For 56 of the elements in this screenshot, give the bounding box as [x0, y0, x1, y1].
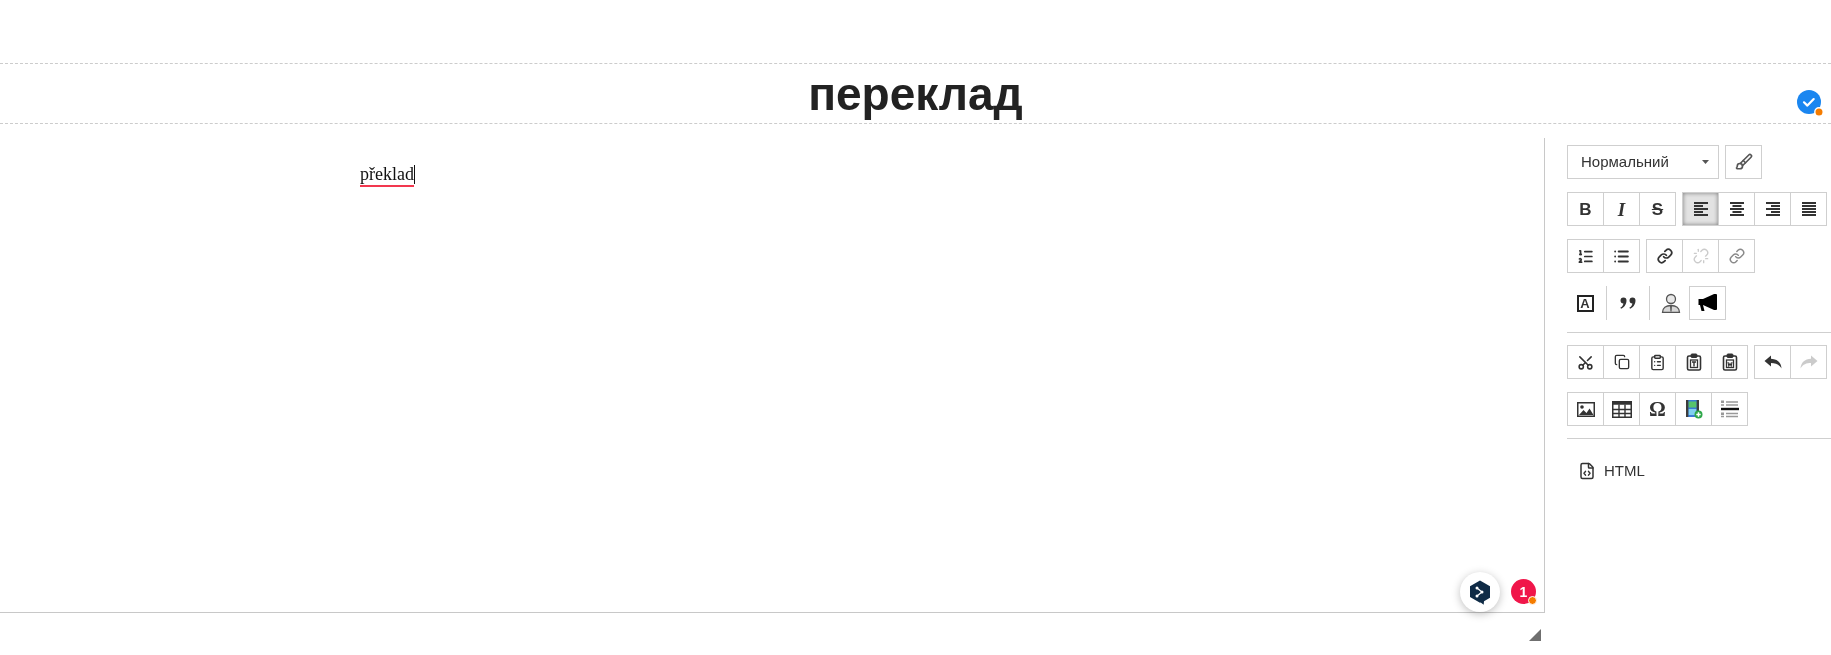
scissors-icon: [1577, 353, 1594, 371]
page-break-icon: [1719, 400, 1740, 418]
bold-button[interactable]: B: [1567, 192, 1604, 226]
resize-grip-icon[interactable]: [1529, 629, 1541, 641]
link-icon: [1728, 248, 1745, 264]
undo-button[interactable]: [1754, 345, 1791, 379]
broken-link-icon: [1692, 248, 1709, 264]
image-icon: [1576, 401, 1595, 417]
caret-icon: [1702, 160, 1709, 164]
paste-text-button[interactable]: [1675, 345, 1712, 379]
video-button[interactable]: [1675, 392, 1712, 426]
align-justify-button[interactable]: [1790, 192, 1827, 226]
check-badge-icon[interactable]: [1797, 90, 1824, 117]
table-button[interactable]: [1603, 392, 1640, 426]
paste-word-button[interactable]: [1711, 345, 1748, 379]
notification-badge[interactable]: 1: [1511, 579, 1536, 604]
align-center-icon: [1728, 202, 1745, 216]
align-center-button[interactable]: [1718, 192, 1755, 226]
image-button[interactable]: [1567, 392, 1604, 426]
brush-icon: [1734, 153, 1753, 171]
undo-arrow-icon: [1763, 355, 1782, 369]
clipboard-text-icon: [1685, 353, 1702, 371]
align-right-icon: [1764, 202, 1781, 216]
align-right-button[interactable]: [1754, 192, 1791, 226]
copy-icon: [1613, 354, 1630, 370]
clipboard-document-icon: [1721, 353, 1738, 371]
text-cursor: [414, 165, 415, 184]
strikethrough-button[interactable]: S: [1639, 192, 1676, 226]
paint-format-button[interactable]: [1725, 145, 1762, 179]
clipboard-icon: [1649, 353, 1666, 371]
numbered-list-icon: [1577, 247, 1594, 265]
align-justify-icon: [1800, 202, 1817, 216]
assistant-button[interactable]: [1460, 572, 1500, 612]
cut-button[interactable]: [1567, 345, 1604, 379]
link-button[interactable]: [1646, 239, 1683, 273]
person-icon: [1661, 293, 1681, 313]
html-source-link[interactable]: HTML: [1578, 460, 1645, 483]
italic-button[interactable]: I: [1603, 192, 1640, 226]
special-character-button[interactable]: Ω: [1639, 392, 1676, 426]
code-file-icon: [1578, 462, 1596, 481]
megaphone-icon: [1697, 294, 1718, 312]
quote-icon: [1619, 297, 1637, 309]
table-icon: [1611, 400, 1632, 418]
align-left-button[interactable]: [1682, 192, 1719, 226]
page-break-button[interactable]: [1711, 392, 1748, 426]
hexagon-logo-icon: [1469, 579, 1491, 605]
align-left-icon: [1692, 202, 1709, 216]
film-strip-icon: [1684, 399, 1703, 419]
megaphone-button[interactable]: [1689, 286, 1726, 320]
redo-arrow-icon: [1799, 355, 1818, 369]
bulleted-list-button[interactable]: [1603, 239, 1640, 273]
paste-button[interactable]: [1639, 345, 1676, 379]
format-select[interactable]: Нормальний: [1567, 145, 1719, 179]
link-icon: [1656, 248, 1673, 264]
copy-button[interactable]: [1603, 345, 1640, 379]
numbered-list-button[interactable]: [1567, 239, 1604, 273]
